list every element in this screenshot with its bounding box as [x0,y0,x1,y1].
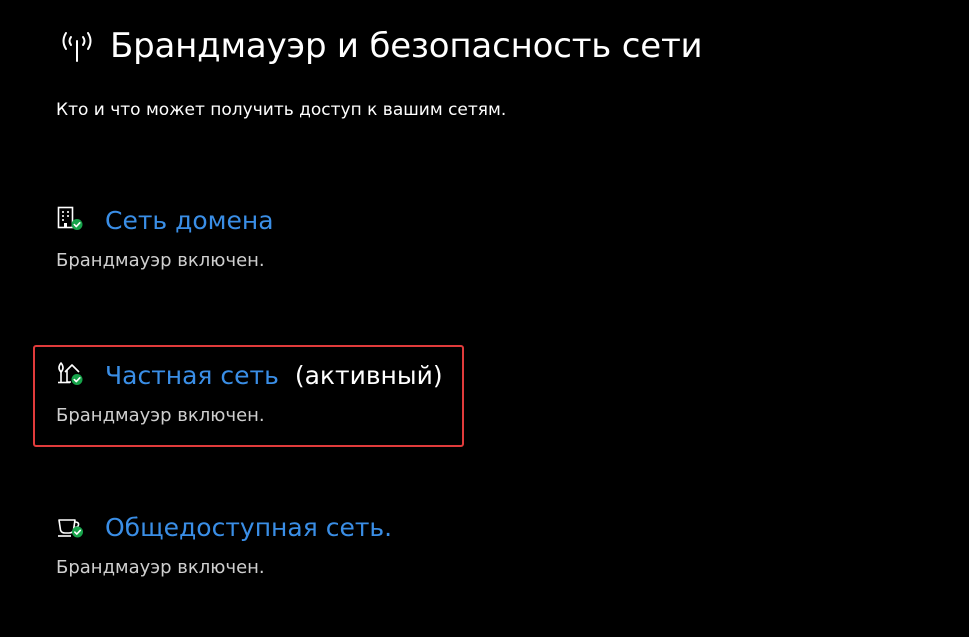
public-cafe-icon [56,511,88,543]
private-home-icon [56,359,88,391]
network-domain: Сеть домена Брандмауэр включен. [56,203,466,272]
network-public-link[interactable]: Общедоступная сеть. [105,513,392,542]
network-header: Частная сеть (активный) [56,358,466,392]
wifi-antenna-icon [58,27,96,65]
page-header: Брандмауэр и безопасность сети [58,26,703,66]
network-public: Общедоступная сеть. Брандмауэр включен. [56,510,466,579]
domain-building-icon [56,204,88,236]
network-domain-status: Брандмауэр включен. [56,250,265,271]
network-public-status: Брандмауэр включен. [56,557,265,578]
network-header: Сеть домена [56,203,466,237]
firewall-page: Брандмауэр и безопасность сети Кто и что… [0,0,969,637]
page-subtitle: Кто и что может получить доступ к вашим … [56,100,507,120]
network-header: Общедоступная сеть. [56,510,466,544]
page-title: Брандмауэр и безопасность сети [110,26,703,66]
active-badge: (активный) [294,360,443,390]
network-private: Частная сеть (активный) Брандмауэр включ… [56,358,466,427]
network-private-link[interactable]: Частная сеть [105,361,279,390]
network-private-status: Брандмауэр включен. [56,405,265,426]
network-domain-link[interactable]: Сеть домена [105,206,274,235]
